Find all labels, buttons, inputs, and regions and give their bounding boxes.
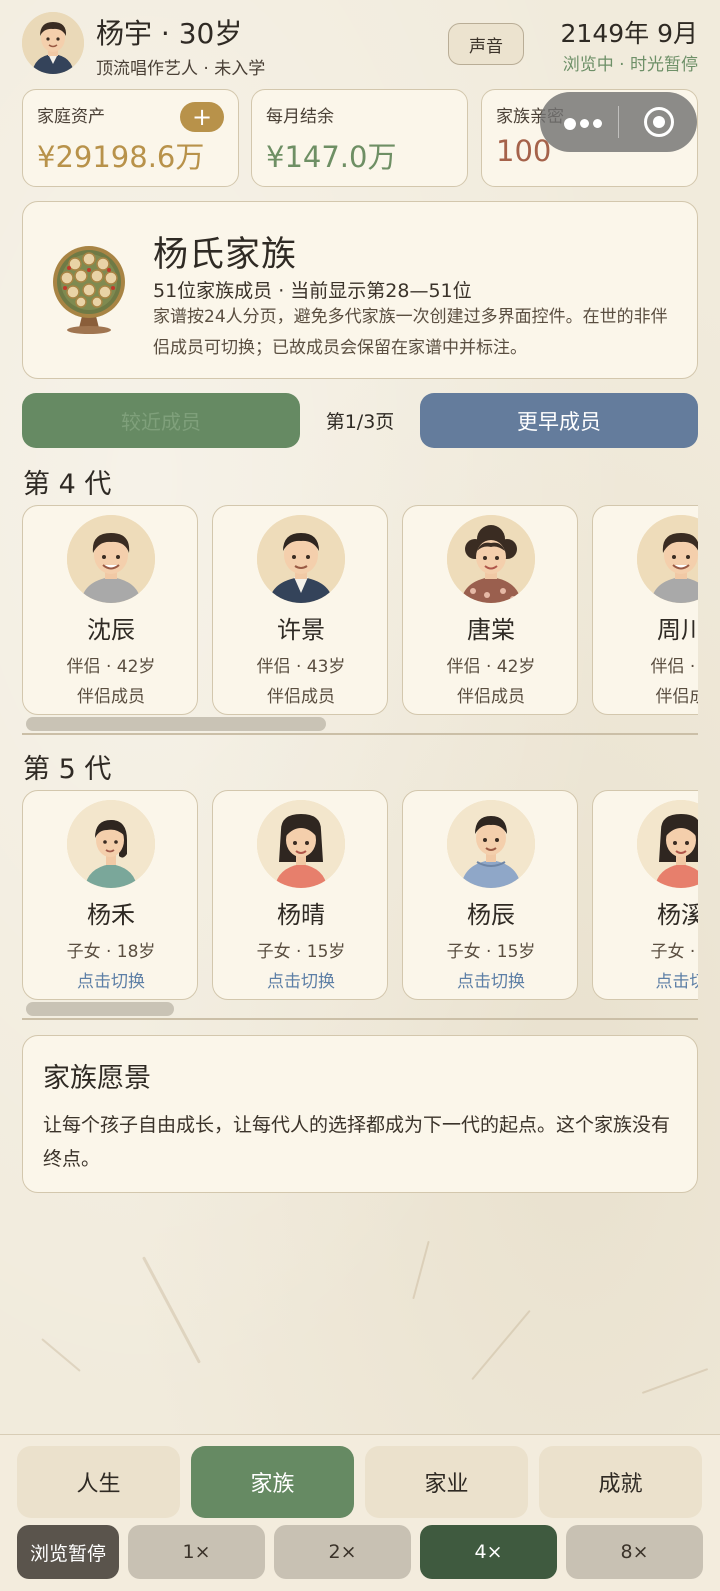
member-avatar: [637, 800, 698, 888]
member-name: 许景: [277, 616, 325, 644]
section-divider: [22, 1018, 698, 1020]
speed-1x-button[interactable]: 1×: [128, 1525, 265, 1579]
generation-title: 第 5 代: [23, 754, 112, 785]
switch-member-link[interactable]: 点击切换: [23, 967, 199, 992]
member-tag: 伴侣成员: [267, 687, 335, 707]
family-member-count: 51位家族成员 · 当前显示第28—51位: [153, 280, 472, 302]
player-occupation: 顶流唱作艺人 · 未入学: [96, 59, 266, 79]
member-name: 沈辰: [87, 616, 135, 644]
sound-button[interactable]: 声音: [448, 23, 524, 65]
member-card[interactable]: 沈辰 伴侣 · 42岁 伴侣成员: [22, 505, 198, 715]
stat-card-monthly: 每月结余 ¥147.0万: [251, 89, 468, 187]
member-info: 子女 · 1: [650, 942, 698, 962]
add-assets-button[interactable]: +: [180, 102, 224, 132]
speed-2x-button[interactable]: 2×: [274, 1525, 411, 1579]
stat-label: 家庭资产: [37, 107, 105, 127]
member-card[interactable]: 周川 伴侣 · 3 伴侣成: [592, 505, 698, 715]
member-info: 子女 · 15岁: [256, 942, 346, 962]
member-info: 伴侣 · 3: [650, 657, 698, 677]
family-vision-card: 家族愿景 让每个孩子自由成长，让每代人的选择都成为下一代的起点。这个家族没有终点…: [22, 1035, 698, 1193]
speed-8x-button[interactable]: 8×: [566, 1525, 703, 1579]
member-info: 伴侣 · 42岁: [446, 657, 536, 677]
prev-page-button[interactable]: 较近成员: [22, 393, 300, 448]
member-card[interactable]: 杨辰 子女 · 15岁 点击切换: [402, 790, 578, 1000]
stat-value: 100: [496, 134, 552, 168]
generation-5-strip[interactable]: 杨禾 子女 · 18岁 点击切换 杨晴 子女 · 15岁 点击切换 杨辰 子女 …: [22, 790, 698, 1002]
tab-achievements[interactable]: 成就: [539, 1446, 702, 1518]
family-description: 家谱按24人分页，避免多代家族一次创建过多界面控件。在世的非伴侣成员可切换；已故…: [153, 307, 668, 358]
member-name: 唐棠: [467, 616, 515, 644]
member-avatar: [67, 800, 155, 888]
member-name: 周川: [657, 616, 698, 644]
stat-value: ¥29198.6万: [37, 140, 205, 174]
family-panel: 杨氏家族 51位家族成员 · 当前显示第28—51位 家谱按24人分页，避免多代…: [22, 201, 698, 379]
member-card[interactable]: 杨禾 子女 · 18岁 点击切换: [22, 790, 198, 1000]
member-avatar: [67, 515, 155, 603]
vision-text: 让每个孩子自由成长，让每代人的选择都成为下一代的起点。这个家族没有终点。: [43, 1114, 671, 1170]
member-info: 伴侣 · 42岁: [66, 657, 156, 677]
capsule-divider: [618, 106, 619, 138]
vision-title: 家族愿景: [43, 1063, 151, 1094]
next-page-button[interactable]: 更早成员: [420, 393, 698, 448]
tab-life[interactable]: 人生: [17, 1446, 180, 1518]
miniprogram-capsule: [540, 92, 697, 152]
speed-4x-button[interactable]: 4×: [420, 1525, 557, 1579]
time-status: 浏览中 · 时光暂停: [562, 55, 698, 75]
member-card[interactable]: 许景 伴侣 · 43岁 伴侣成员: [212, 505, 388, 715]
switch-member-link[interactable]: 点击切换: [403, 967, 579, 992]
member-name: 杨晴: [277, 901, 325, 929]
member-name: 杨辰: [467, 901, 515, 929]
section-divider: [22, 733, 698, 735]
member-tag: 伴侣成员: [457, 687, 525, 707]
member-name: 杨溪: [657, 901, 698, 929]
tab-family[interactable]: 家族: [191, 1446, 354, 1518]
switch-member-link[interactable]: 点击切换: [213, 967, 389, 992]
member-card[interactable]: 杨溪 子女 · 1 点击切: [592, 790, 698, 1000]
stat-label: 每月结余: [266, 107, 334, 127]
member-avatar: [447, 800, 535, 888]
member-tag: 伴侣成: [655, 687, 699, 707]
generation-4-strip[interactable]: 沈辰 伴侣 · 42岁 伴侣成员 许景 伴侣 · 43岁 伴侣成员 唐棠 伴侣 …: [22, 505, 698, 717]
pause-button[interactable]: 浏览暂停: [17, 1525, 119, 1579]
family-tree-crest-icon: [53, 246, 125, 334]
member-info: 子女 · 15岁: [446, 942, 536, 962]
tab-career[interactable]: 家业: [365, 1446, 528, 1518]
member-avatar: [257, 515, 345, 603]
more-icon[interactable]: [564, 113, 614, 131]
player-avatar[interactable]: [22, 12, 84, 74]
member-avatar: [637, 515, 698, 603]
bottom-navigation: 人生 家族 家业 成就 浏览暂停 1× 2× 4× 8×: [0, 1434, 720, 1591]
player-name: 杨宇 · 30岁: [96, 17, 243, 50]
switch-member-link[interactable]: 点击切: [593, 967, 699, 992]
member-card[interactable]: 杨晴 子女 · 15岁 点击切换: [212, 790, 388, 1000]
game-date: 2149年 9月: [560, 19, 698, 48]
member-avatar: [257, 800, 345, 888]
member-card[interactable]: 唐棠 伴侣 · 42岁 伴侣成员: [402, 505, 578, 715]
member-info: 子女 · 18岁: [66, 942, 156, 962]
member-info: 伴侣 · 43岁: [256, 657, 346, 677]
generation-4-scrollbar[interactable]: [26, 717, 326, 731]
generation-5-scrollbar[interactable]: [26, 1002, 174, 1016]
page-indicator: 第1/3页: [325, 411, 395, 433]
top-header: 杨宇 · 30岁 顶流唱作艺人 · 未入学 声音 2149年 9月 浏览中 · …: [0, 0, 720, 84]
member-avatar: [447, 515, 535, 603]
stat-card-assets: 家庭资产 + ¥29198.6万: [22, 89, 239, 187]
member-tag: 伴侣成员: [77, 687, 145, 707]
member-name: 杨禾: [87, 901, 135, 929]
family-title: 杨氏家族: [153, 235, 298, 275]
generation-title: 第 4 代: [23, 469, 112, 500]
stat-value: ¥147.0万: [266, 140, 397, 174]
close-target-icon[interactable]: [644, 107, 674, 137]
